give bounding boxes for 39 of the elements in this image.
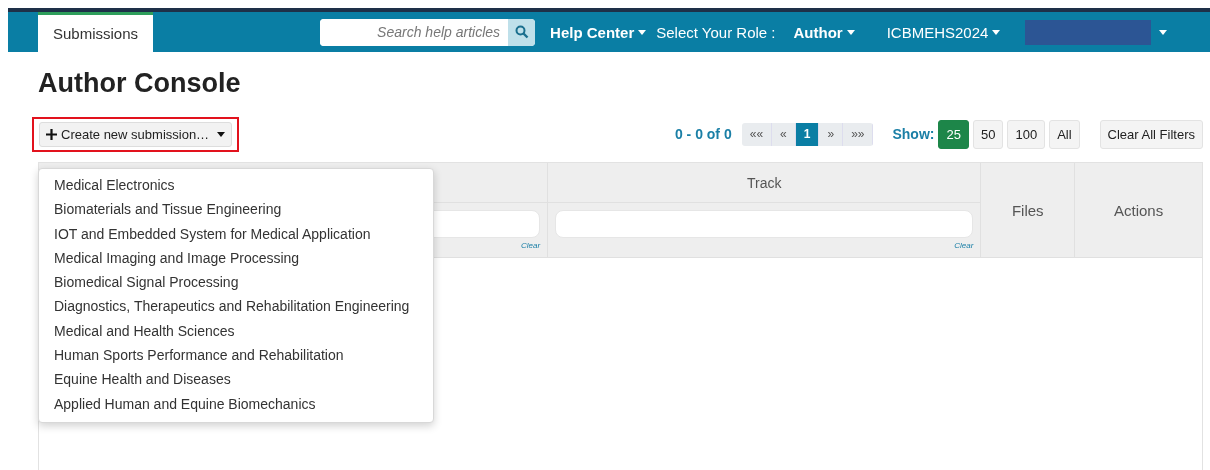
menu-item[interactable]: Diagnostics, Therapeutics and Rehabilitation Engineering — [39, 294, 433, 319]
show-label: Show: — [892, 126, 935, 142]
menu-item[interactable]: Equine Health and Diseases — [39, 367, 433, 392]
column-header: Actions — [1114, 201, 1164, 219]
create-submission-button[interactable]: Create new submission… — [39, 121, 233, 147]
plus-icon — [46, 128, 57, 140]
menu-item[interactable]: Biomedical Signal Processing — [39, 270, 433, 295]
page-button[interactable]: 1 — [795, 122, 820, 146]
caret-icon[interactable] — [1159, 29, 1168, 35]
menu-item[interactable]: Medical Electronics — [39, 173, 433, 198]
page-title: Author Console — [38, 68, 242, 100]
menu-item[interactable]: IOT and Embedded System for Medical Application — [39, 221, 433, 246]
search-icon[interactable] — [508, 18, 536, 46]
clear-link[interactable]: Clear — [954, 241, 974, 250]
menu-item[interactable]: Medical and Health Sciences — [39, 318, 433, 344]
filter-field[interactable] — [555, 210, 974, 238]
page-size-button[interactable]: 50 — [972, 119, 1004, 149]
page-button[interactable]: «« — [741, 122, 773, 146]
page-button[interactable]: » — [819, 122, 844, 146]
result-count: 0 - 0 of 0 — [674, 126, 732, 142]
page-size-button[interactable]: 100 — [1007, 119, 1046, 149]
page-button[interactable]: « — [772, 122, 796, 146]
page-size-button[interactable]: 25 — [938, 119, 969, 149]
conference-menu[interactable]: ICBMEHS2024 — [886, 23, 1001, 41]
menu-item[interactable]: Human Sports Performance and Rehabilitation — [39, 343, 433, 368]
column-header: Files — [1011, 201, 1044, 219]
page-button[interactable]: »» — [843, 122, 874, 146]
search-field[interactable]: Search help articles — [320, 18, 536, 46]
menu-item[interactable]: Medical Imaging and Image Processing — [39, 245, 433, 271]
role-label: Select Your Role : — [656, 23, 776, 41]
clear-filters-button[interactable]: Clear All Filters — [1099, 119, 1203, 149]
role-menu[interactable]: Author — [793, 23, 855, 41]
menu-item[interactable]: Biomaterials and Tissue Engineering — [39, 197, 433, 222]
help-center-menu[interactable]: Help Center — [550, 23, 647, 41]
menu-item[interactable]: Applied Human and Equine Biomechanics — [39, 391, 433, 416]
clear-link[interactable]: Clear — [521, 241, 541, 250]
column-header: Track — [747, 174, 782, 191]
nav-tab[interactable]: Submissions — [38, 12, 154, 52]
page-size-button[interactable]: All — [1049, 119, 1080, 149]
